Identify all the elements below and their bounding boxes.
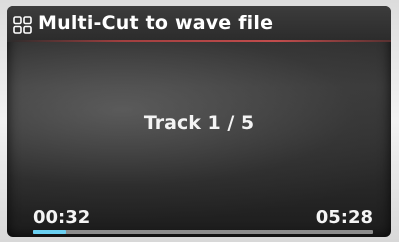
progress-fill [33,230,67,234]
grid-menu-icon[interactable] [13,16,33,34]
display-screen: Multi-Cut to wave file Track 1 / 5 00:32… [7,6,391,237]
title-underline [7,40,391,42]
elapsed-time: 00:32 [33,207,91,228]
page-title: Multi-Cut to wave file [38,12,274,34]
device-bezel: Multi-Cut to wave file Track 1 / 5 00:32… [0,0,399,242]
total-time: 05:28 [315,207,373,228]
track-counter: Track 1 / 5 [143,112,255,134]
title-bar: Multi-Cut to wave file [7,6,391,42]
progress-bar[interactable] [33,230,373,234]
